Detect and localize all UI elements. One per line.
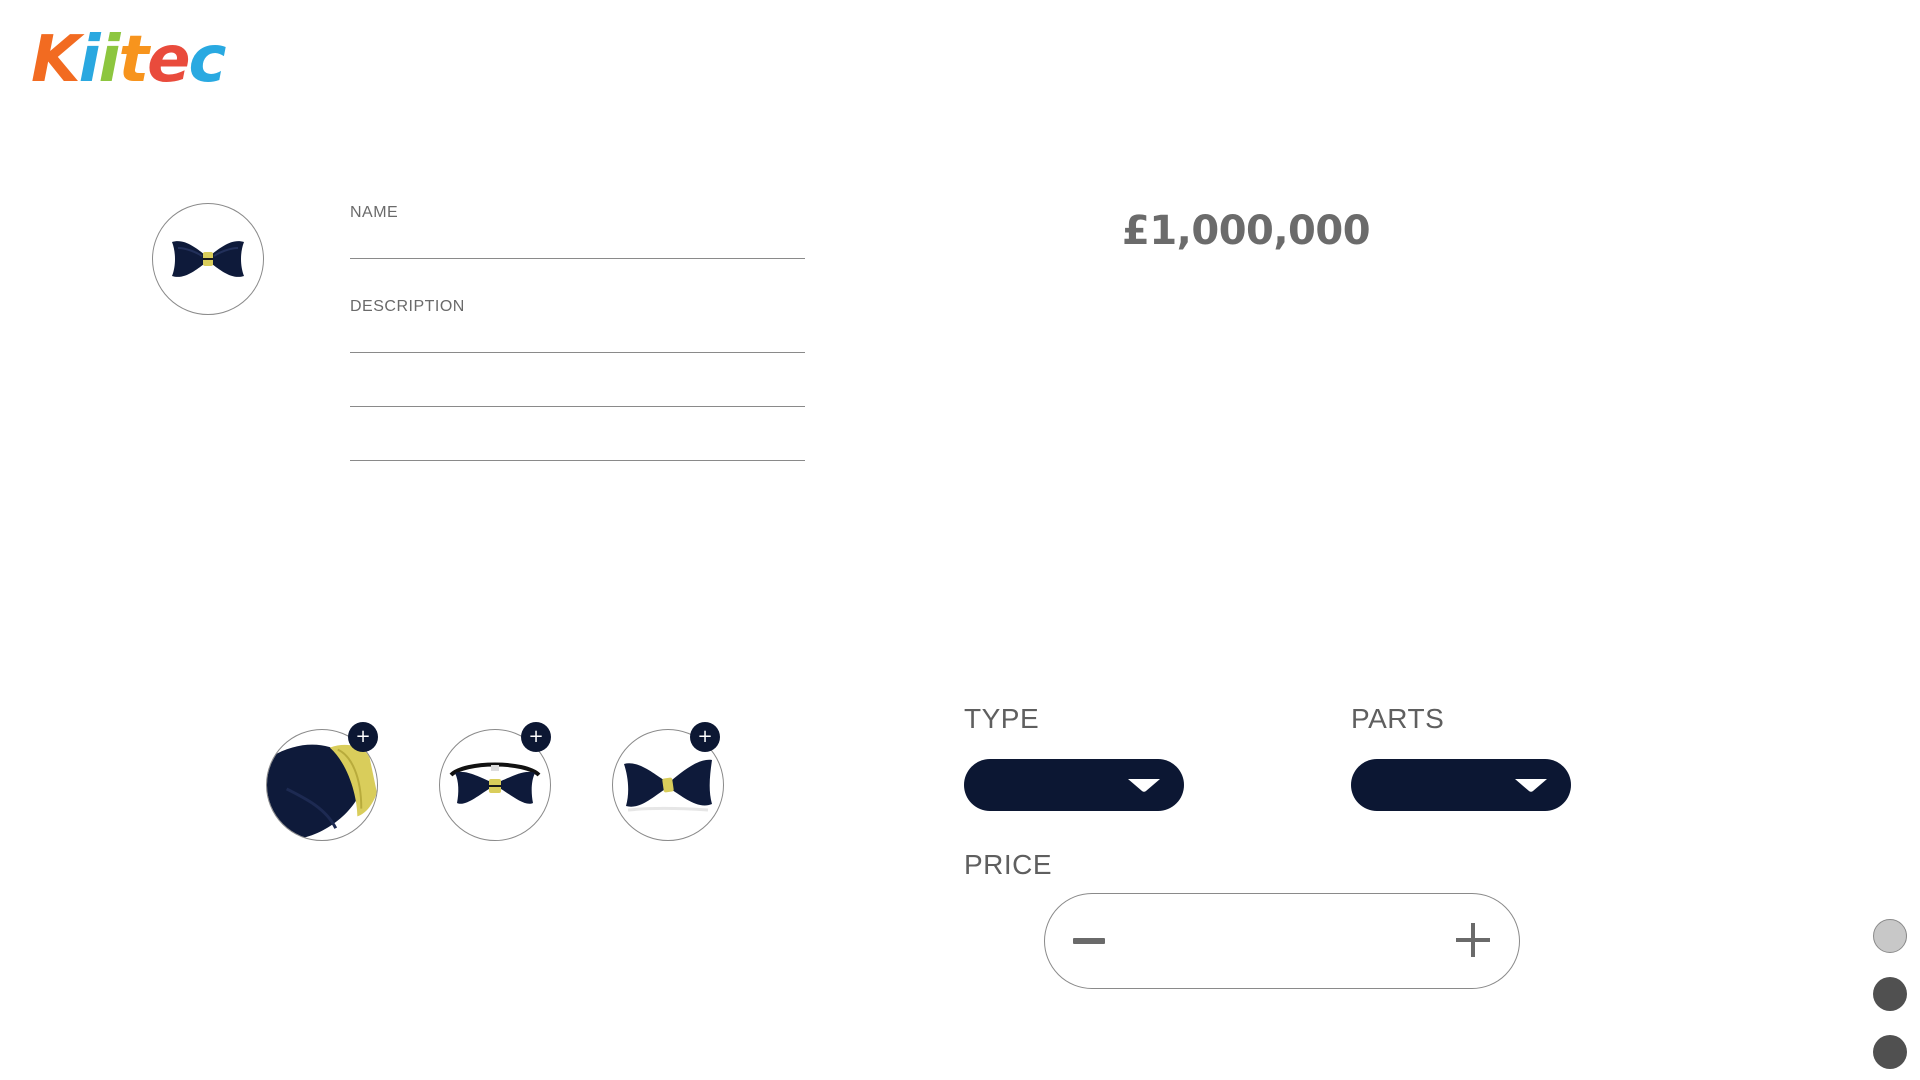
add-thumbnail-1-button[interactable]: +	[348, 722, 378, 752]
logo-letter: c	[188, 23, 226, 97]
bowtie-image	[172, 241, 244, 277]
description-label: DESCRIPTION	[350, 298, 465, 315]
pager-dot-1[interactable]	[1873, 919, 1907, 953]
price-label: PRICE	[964, 849, 1053, 880]
product-main-image[interactable]	[152, 203, 264, 315]
type-dropdown[interactable]	[964, 759, 1184, 811]
price-value[interactable]	[1125, 922, 1439, 962]
pager-dot-3[interactable]	[1873, 1035, 1907, 1069]
parts-label: PARTS	[1351, 703, 1445, 734]
add-thumbnail-3-button[interactable]: +	[690, 722, 720, 752]
price-decrease-button[interactable]	[1069, 922, 1109, 962]
chevron-down-icon	[1515, 779, 1547, 792]
description-underline-1	[350, 352, 805, 353]
logo-letter: e	[147, 23, 190, 97]
logo-letter: i	[78, 23, 101, 97]
minus-icon	[1073, 938, 1105, 944]
description-underline-3	[350, 460, 805, 461]
name-input[interactable]	[350, 226, 805, 256]
plus-icon: +	[355, 726, 371, 747]
price-display: £1,000,000	[1122, 208, 1371, 254]
add-thumbnail-2-button[interactable]: +	[521, 722, 551, 752]
price-stepper	[1044, 893, 1520, 989]
description-underline-2	[350, 406, 805, 407]
description-input[interactable]	[350, 318, 805, 458]
price-increase-button[interactable]	[1451, 918, 1495, 962]
bowtie-angled-image	[624, 759, 712, 812]
type-label: TYPE	[964, 703, 1040, 734]
plus-icon: +	[528, 726, 544, 747]
plus-icon	[1456, 923, 1490, 957]
chevron-down-icon	[1128, 779, 1160, 792]
name-label: NAME	[350, 204, 399, 221]
name-underline	[350, 258, 805, 259]
logo-letter: t	[118, 23, 149, 97]
parts-dropdown[interactable]	[1351, 759, 1571, 811]
logo-letter: K	[31, 23, 81, 97]
bowtie-strap-image	[449, 762, 541, 804]
plus-icon: +	[697, 726, 713, 747]
pager-dot-2[interactable]	[1873, 977, 1907, 1011]
logo-letter: i	[98, 23, 121, 97]
kiitec-logo[interactable]: Kiitec	[31, 23, 226, 97]
